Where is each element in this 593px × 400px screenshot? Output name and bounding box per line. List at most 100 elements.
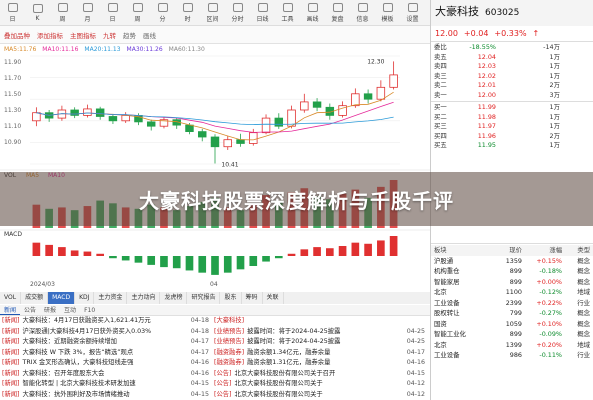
toolbar-button[interactable]: 日 bbox=[0, 0, 25, 26]
macd-bar bbox=[211, 256, 219, 275]
news-item[interactable]: [新闻] 大豪科技：近期融资余额持续增加 04-17 bbox=[2, 337, 212, 348]
news-tab[interactable]: 研报 bbox=[40, 305, 60, 315]
news-item[interactable]: [新闻] 沪深股通|大豪科技4月17日获外资买入0.03% 04-18 bbox=[2, 327, 212, 338]
sector-row[interactable]: 工业设备 2399 +0.22% 行业 bbox=[431, 298, 593, 309]
toolbar-button[interactable]: 复盘 bbox=[325, 0, 350, 26]
news-tab[interactable]: F10 bbox=[80, 305, 99, 315]
candle-body bbox=[249, 132, 258, 144]
news-tab[interactable]: 新闻 bbox=[0, 305, 21, 315]
indicator-tab[interactable]: 龙虎榜 bbox=[160, 292, 188, 304]
indicator-tab[interactable]: MACD bbox=[48, 292, 76, 304]
toolbar-button[interactable]: 时 bbox=[175, 0, 200, 26]
news-tab[interactable]: 公告 bbox=[20, 305, 40, 315]
news-item[interactable]: [公告] 北京大豪科技股份有限公司关于 04-12 bbox=[214, 379, 428, 390]
toolbar-button[interactable]: 周 bbox=[125, 0, 150, 26]
news-title: 大豪科技 W 下跌 3%，报告“精选”观点 bbox=[22, 348, 134, 356]
sector-row[interactable]: 国资 1059 +0.10% 概念 bbox=[431, 319, 593, 330]
order-label: 委比 bbox=[434, 43, 447, 51]
indicator-tab[interactable]: 成交额 bbox=[21, 292, 49, 304]
news-item[interactable]: [大豪科技] bbox=[214, 316, 428, 327]
news-item[interactable]: [新闻] 大豪科技：抗外围利好及市场情绪推动 04-15 bbox=[2, 390, 212, 400]
candle-body bbox=[236, 139, 245, 144]
toolbar-button[interactable]: 工具 bbox=[275, 0, 300, 26]
stock-price: 12.00 bbox=[435, 28, 458, 38]
candle-body bbox=[108, 116, 118, 122]
kline-chart[interactable]: MA5:11.76 MA10:11.16 MA20:11.13 MA30:11.26 M… bbox=[0, 44, 430, 288]
toolbar-button[interactable]: 日 bbox=[100, 0, 125, 26]
news-item[interactable]: [融资融券] 融资余额1.34亿元，融券余量 04-17 bbox=[214, 348, 428, 359]
y-tick-label: 11.50 bbox=[4, 91, 21, 98]
indicator-tab[interactable]: 主力资金 bbox=[94, 292, 128, 304]
toolbar-icon bbox=[32, 4, 43, 13]
indicator-tab[interactable]: 筹码 bbox=[242, 292, 263, 304]
news-item[interactable]: [新闻] TRIX 金叉形态确认，大豪科技短线走强 04-16 bbox=[2, 358, 212, 369]
toolbar-button[interactable]: 区间 bbox=[200, 0, 225, 26]
order-note bbox=[560, 113, 590, 123]
toolbar-button-label: 画线 bbox=[306, 16, 319, 23]
sector-row[interactable]: 智能工业化 899 -0.09% 概念 bbox=[431, 329, 593, 340]
toolbar-button[interactable]: 月 bbox=[75, 0, 100, 26]
toolbar-button[interactable]: 分时 bbox=[225, 0, 250, 26]
macd-bar bbox=[274, 256, 283, 259]
indicator-tab[interactable]: 主力动向 bbox=[127, 292, 161, 304]
sector-row[interactable]: 机构重仓 899 -0.18% 概念 bbox=[431, 266, 593, 277]
indicator-tab[interactable]: KDJ bbox=[75, 292, 95, 304]
indicator-toolbar-item[interactable]: 趋势 bbox=[123, 30, 136, 40]
sector-name: 智能家居 bbox=[434, 277, 460, 286]
order-price: 11.99 bbox=[477, 103, 496, 111]
candle-body bbox=[32, 112, 41, 122]
order-volume: 1万 bbox=[549, 141, 560, 149]
news-item[interactable]: [业绩预告] 披露时间：将于2024-04-25披露 04-25 bbox=[214, 327, 428, 338]
news-date: 04-25 bbox=[406, 338, 425, 345]
news-title: 大豪科技：4月17日获融资买入1,621.41万元 bbox=[22, 317, 151, 324]
order-book-row: 委比 -18.55% -14万 bbox=[431, 43, 593, 53]
news-item[interactable]: [新闻] 智能化转型 | 北京大豪科技技术研发加速 04-15 bbox=[2, 379, 212, 390]
indicator-toolbar-item[interactable]: 画线 bbox=[143, 30, 156, 40]
sector-row[interactable]: 工业设备 986 -0.11% 行业 bbox=[431, 350, 593, 361]
toolbar-button[interactable]: 分 bbox=[150, 0, 175, 26]
order-note bbox=[560, 53, 590, 63]
toolbar-button[interactable]: 周 bbox=[50, 0, 75, 26]
order-extra bbox=[496, 43, 530, 53]
toolbar-button[interactable]: 画线 bbox=[300, 0, 325, 26]
news-item[interactable]: [公告] 北京大豪科技股份有限公司关于 04-12 bbox=[214, 390, 428, 400]
sector-row[interactable]: 北京 1399 +0.20% 地域 bbox=[431, 340, 593, 351]
indicator-toolbar-item[interactable]: 叠加品种 bbox=[4, 30, 30, 40]
stock-name: 大豪科技 bbox=[435, 5, 479, 18]
news-item[interactable]: [融资融券] 融资余额1.31亿元，融券余量 04-16 bbox=[214, 358, 428, 369]
indicator-tab[interactable]: 研究报告 bbox=[187, 292, 221, 304]
toolbar-button[interactable]: K bbox=[25, 0, 50, 26]
toolbar-button-label: 日线 bbox=[256, 16, 269, 23]
indicator-tab[interactable]: VOL bbox=[0, 292, 22, 304]
news-tag: [公告] bbox=[214, 390, 232, 398]
macd-bar bbox=[58, 247, 66, 256]
order-price: 11.96 bbox=[477, 131, 496, 140]
sector-row[interactable]: 股权转让 799 -0.27% 概念 bbox=[431, 308, 593, 319]
news-title: 智能化转型 | 北京大豪科技技术研发加速 bbox=[22, 380, 136, 387]
indicator-toolbar-item[interactable]: 九转 bbox=[103, 30, 116, 40]
indicator-tab[interactable]: 股东 bbox=[220, 292, 242, 304]
news-item[interactable]: [公告] 北京大豪科技股份有限公司关于召开 04-15 bbox=[214, 369, 428, 380]
sector-row[interactable]: 北京 1100 -0.12% 地域 bbox=[431, 287, 593, 298]
toolbar-icon bbox=[332, 3, 343, 12]
toolbar-button[interactable]: 信息 bbox=[350, 0, 375, 26]
indicator-tab[interactable]: 关联 bbox=[263, 292, 284, 304]
toolbar-button[interactable]: 设置 bbox=[400, 0, 425, 26]
order-label: 买一 bbox=[434, 103, 447, 111]
news-item[interactable]: [新闻] 大豪科技：4月17日获融资买入1,621.41万元 04-18 bbox=[2, 316, 212, 327]
toolbar-button[interactable]: 模板 bbox=[375, 0, 400, 26]
toolbar-icon bbox=[132, 3, 143, 12]
sector-row[interactable]: 智能家居 899 +0.00% 概念 bbox=[431, 277, 593, 288]
indicator-toolbar-item[interactable]: 添加指标 bbox=[37, 30, 63, 40]
toolbar-button[interactable]: 日线 bbox=[250, 0, 275, 26]
news-tab[interactable]: 互动 bbox=[60, 305, 80, 315]
news-item[interactable]: [新闻] 大豪科技 W 下跌 3%，报告“精选”观点 04-17 bbox=[2, 348, 212, 359]
news-title: 披露时间：将于2024-04-25披露 bbox=[247, 327, 341, 335]
news-item[interactable]: [业绩预告] 披露时间：将于2024-04-25披露 04-25 bbox=[214, 337, 428, 348]
stock-header: 大豪科技 603025 bbox=[431, 0, 593, 26]
indicator-toolbar-item[interactable]: 主图指标 bbox=[70, 30, 96, 40]
sector-row[interactable]: 沪股通 1359 +0.15% 概念 bbox=[431, 256, 593, 267]
news-item[interactable]: [新闻] 大豪科技：召开年度股东大会 04-16 bbox=[2, 369, 212, 380]
macd-label: MACD bbox=[4, 231, 22, 238]
candle-body bbox=[389, 74, 398, 88]
